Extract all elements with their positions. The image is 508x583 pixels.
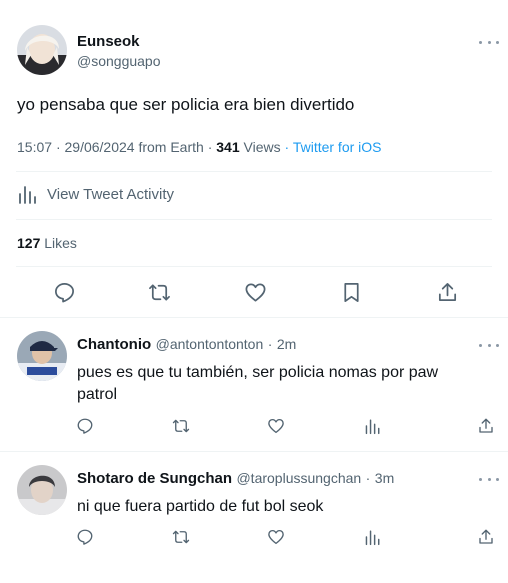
like-icon[interactable]	[267, 528, 285, 546]
more-icon[interactable]	[479, 474, 499, 484]
more-icon[interactable]	[479, 37, 499, 47]
reply-icon[interactable]	[76, 417, 94, 435]
separator: ·	[55, 139, 61, 155]
tweet-metadata: 15:07 · 29/06/2024 from Earth · 341 View…	[17, 139, 382, 155]
tweet-time[interactable]: 15:07	[17, 139, 52, 155]
likes-label: Likes	[44, 235, 77, 251]
views-label: Views	[243, 139, 281, 155]
divider	[16, 219, 492, 220]
divider	[0, 317, 508, 318]
reply-author-handle[interactable]: @antontontonton	[156, 336, 264, 352]
reply-time[interactable]: 2m	[277, 336, 296, 352]
reply-author-name[interactable]: Chantonio	[77, 336, 151, 353]
more-icon[interactable]	[479, 340, 499, 350]
share-icon[interactable]	[477, 528, 495, 546]
analytics-icon[interactable]	[364, 417, 382, 435]
reply-icon[interactable]	[53, 281, 76, 304]
separator: ·	[207, 139, 213, 155]
view-tweet-activity-label: View Tweet Activity	[47, 185, 175, 203]
retweet-icon[interactable]	[172, 417, 190, 435]
reply-icon[interactable]	[76, 528, 94, 546]
like-icon[interactable]	[267, 417, 285, 435]
analytics-icon[interactable]	[364, 528, 382, 546]
views-count: 341	[216, 139, 240, 155]
reply-text: pues es que tu también, ser policia noma…	[77, 364, 439, 403]
author-name[interactable]: Eunseok	[77, 33, 140, 50]
reply-header: Chantonio @antontontonton · 2m	[77, 336, 296, 354]
view-tweet-activity-button[interactable]: View Tweet Activity	[17, 183, 174, 205]
reply-avatar[interactable]	[17, 465, 67, 515]
divider	[0, 451, 508, 452]
retweet-icon[interactable]	[172, 528, 190, 546]
divider	[16, 266, 492, 267]
reply-text: ni que fuera partido de fut bol seok	[77, 498, 324, 515]
likes-stat[interactable]: 127 Likes	[17, 235, 77, 251]
share-icon[interactable]	[477, 417, 495, 435]
likes-count: 127	[17, 235, 41, 251]
tweet-text: yo pensaba que ser policia era bien dive…	[17, 95, 355, 114]
tweet-source[interactable]: Twitter for iOS	[293, 139, 382, 155]
reply-time[interactable]: 3m	[375, 470, 394, 486]
like-icon[interactable]	[244, 281, 267, 304]
retweet-icon[interactable]	[148, 281, 171, 304]
separator: ·	[267, 336, 273, 352]
divider	[16, 171, 492, 172]
analytics-icon	[17, 183, 39, 205]
reply-author-name[interactable]: Shotaro de Sungchan	[77, 470, 232, 487]
tweet-date[interactable]: 29/06/2024 from Earth	[65, 139, 204, 155]
reply-avatar[interactable]	[17, 331, 67, 381]
reply-author-handle[interactable]: @taroplussungchan	[236, 470, 361, 486]
author-handle[interactable]: @songguapo	[77, 53, 161, 69]
reply-header: Shotaro de Sungchan @taroplussungchan · …	[77, 470, 394, 488]
separator: ·	[284, 139, 290, 155]
author-avatar[interactable]	[17, 25, 67, 75]
share-icon[interactable]	[436, 281, 459, 304]
bookmark-icon[interactable]	[340, 281, 363, 304]
separator: ·	[365, 470, 371, 486]
